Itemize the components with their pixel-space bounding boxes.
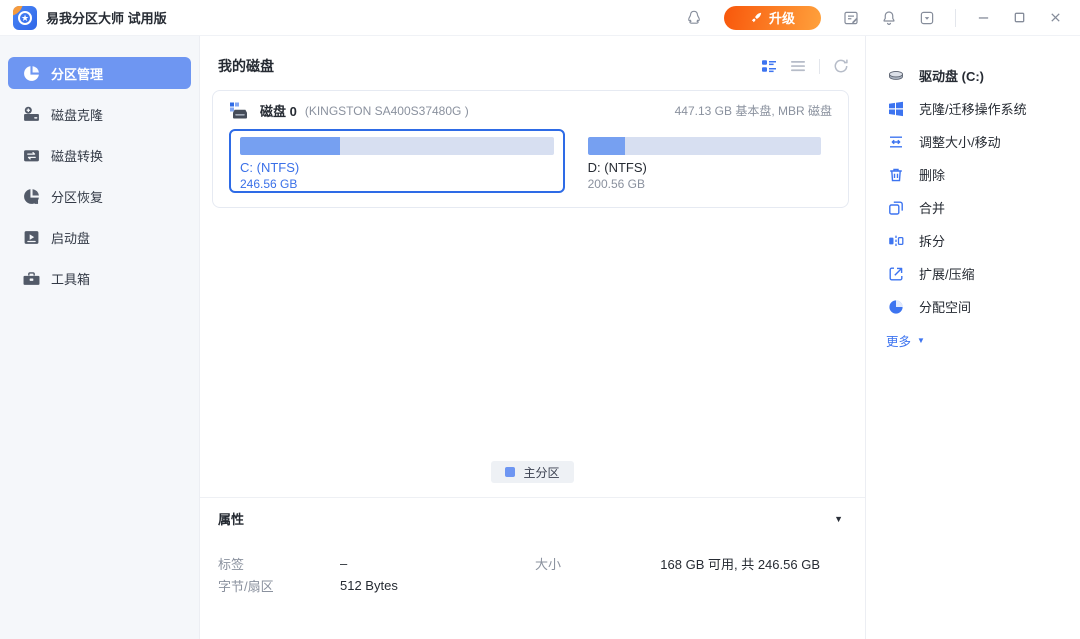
left-sidebar: 分区管理 磁盘克隆 磁盘转换 <box>0 36 200 639</box>
action-resize-move[interactable]: 调整大小/移动 <box>886 125 1080 158</box>
upgrade-button[interactable]: 升级 <box>724 6 821 30</box>
partition-label: C: (NTFS) <box>240 160 554 175</box>
sidebar-item-label: 工具箱 <box>51 269 90 288</box>
selected-drive-header: 驱动盘 (C:) <box>886 59 1080 92</box>
list-view-icon[interactable] <box>790 58 806 74</box>
sidebar-item-label: 启动盘 <box>51 228 90 247</box>
action-delete[interactable]: 删除 <box>886 158 1080 191</box>
property-value: – <box>340 556 535 571</box>
action-clone-migrate-os[interactable]: 克隆/迁移操作系统 <box>886 92 1080 125</box>
collapse-caret-icon[interactable]: ▼ <box>834 514 843 524</box>
disk-model: (KINGSTON SA400S37480G ) <box>305 104 469 118</box>
action-label: 克隆/迁移操作系统 <box>919 99 1027 118</box>
sidebar-item-partition-manage[interactable]: 分区管理 <box>8 57 191 89</box>
menu-dropdown-icon[interactable] <box>913 5 941 31</box>
drive-platter-icon <box>886 66 906 86</box>
action-label: 扩展/压缩 <box>919 264 975 283</box>
title-bar: ★ 易我分区大师 试用版 升级 <box>0 0 1080 36</box>
app-title: 易我分区大师 试用版 <box>46 8 167 27</box>
chevron-down-icon: ▼ <box>917 336 925 345</box>
action-label: 合并 <box>919 198 945 217</box>
sidebar-item-disk-convert[interactable]: 磁盘转换 <box>8 139 191 171</box>
action-merge[interactable]: 合并 <box>886 191 1080 224</box>
sidebar-item-label: 分区恢复 <box>51 187 103 206</box>
more-actions-button[interactable]: 更多 ▼ <box>886 331 925 350</box>
properties-title: 属性 <box>218 509 244 528</box>
pie-partition-icon <box>23 65 40 82</box>
properties-panel: 属性 ▼ 标签 – 大小 168 GB 可用, 共 246.56 GB 字节/扇… <box>200 497 865 639</box>
close-button[interactable] <box>1042 5 1068 31</box>
trash-icon <box>886 165 906 185</box>
action-label: 分配空间 <box>919 297 971 316</box>
action-label: 拆分 <box>919 231 945 250</box>
rocket-icon <box>750 11 763 24</box>
merge-icon <box>886 198 906 218</box>
qq-support-icon[interactable] <box>680 5 708 31</box>
partition-recovery-icon <box>23 188 40 205</box>
basic-disk-icon <box>229 102 250 120</box>
property-value: 512 Bytes <box>340 578 535 593</box>
notifications-bell-icon[interactable] <box>875 5 903 31</box>
action-split[interactable]: 拆分 <box>886 224 1080 257</box>
sidebar-item-disk-clone[interactable]: 磁盘克隆 <box>8 98 191 130</box>
selected-drive-label: 驱动盘 (C:) <box>919 66 984 85</box>
disk-name: 磁盘 0 <box>260 101 297 120</box>
upgrade-label: 升级 <box>769 8 795 27</box>
partition-size: 200.56 GB <box>588 177 821 192</box>
primary-partition-swatch <box>505 467 515 477</box>
windows-icon <box>886 99 906 119</box>
disk-summary: 447.13 GB 基本盘, MBR 磁盘 <box>675 102 832 119</box>
titlebar-divider <box>955 9 956 27</box>
property-label: 大小 <box>535 554 561 573</box>
legend-label: 主分区 <box>523 464 559 481</box>
usage-bar <box>240 137 554 155</box>
maximize-button[interactable] <box>1006 5 1032 31</box>
sidebar-item-label: 磁盘克隆 <box>51 105 103 124</box>
allocate-space-icon <box>886 297 906 317</box>
sidebar-item-toolbox[interactable]: 工具箱 <box>8 262 191 294</box>
usage-fill <box>588 137 625 155</box>
action-allocate-space[interactable]: 分配空间 <box>886 290 1080 323</box>
partition-label: D: (NTFS) <box>588 160 821 175</box>
action-extend-shrink[interactable]: 扩展/压缩 <box>886 257 1080 290</box>
disk-clone-icon <box>23 106 40 123</box>
page-title: 我的磁盘 <box>218 56 274 76</box>
action-panel: 驱动盘 (C:) 克隆/迁移操作系统 调整大小/移动 <box>865 36 1080 639</box>
minimize-button[interactable] <box>970 5 996 31</box>
disk-convert-icon <box>23 147 40 164</box>
sidebar-item-partition-recovery[interactable]: 分区恢复 <box>8 180 191 212</box>
partition-d[interactable]: D: (NTFS) 200.56 GB <box>577 129 832 193</box>
toolbox-icon <box>23 270 40 287</box>
split-icon <box>886 231 906 251</box>
boot-disk-icon <box>23 229 40 246</box>
partition-size: 246.56 GB <box>240 177 554 192</box>
app-logo-icon: ★ <box>13 6 37 30</box>
partition-map: C: (NTFS) 246.56 GB D: (NTFS) 200.56 GB <box>229 129 832 193</box>
disk-card: 磁盘 0 (KINGSTON SA400S37480G ) 447.13 GB … <box>212 90 849 208</box>
card-view-icon[interactable] <box>761 58 777 74</box>
usage-bar <box>588 137 821 155</box>
feedback-icon[interactable] <box>837 5 865 31</box>
sidebar-item-label: 磁盘转换 <box>51 146 103 165</box>
extend-shrink-icon <box>886 264 906 284</box>
usage-fill <box>240 137 340 155</box>
main-panel: 我的磁盘 <box>200 36 865 639</box>
sidebar-item-label: 分区管理 <box>51 64 103 83</box>
property-label: 字节/扇区 <box>218 576 340 595</box>
legend-primary-partition: 主分区 <box>491 461 573 483</box>
action-label: 删除 <box>919 165 945 184</box>
property-label: 标签 <box>218 554 340 573</box>
sidebar-item-boot-disk[interactable]: 启动盘 <box>8 221 191 253</box>
more-label: 更多 <box>886 331 911 350</box>
property-value: 168 GB 可用, 共 246.56 GB <box>561 554 820 573</box>
app-window: ★ 易我分区大师 试用版 升级 <box>0 0 1080 639</box>
partition-c[interactable]: C: (NTFS) 246.56 GB <box>229 129 565 193</box>
resize-move-icon <box>886 132 906 152</box>
refresh-icon[interactable] <box>833 58 849 74</box>
toolbar-divider <box>819 59 820 74</box>
action-label: 调整大小/移动 <box>919 132 1001 151</box>
